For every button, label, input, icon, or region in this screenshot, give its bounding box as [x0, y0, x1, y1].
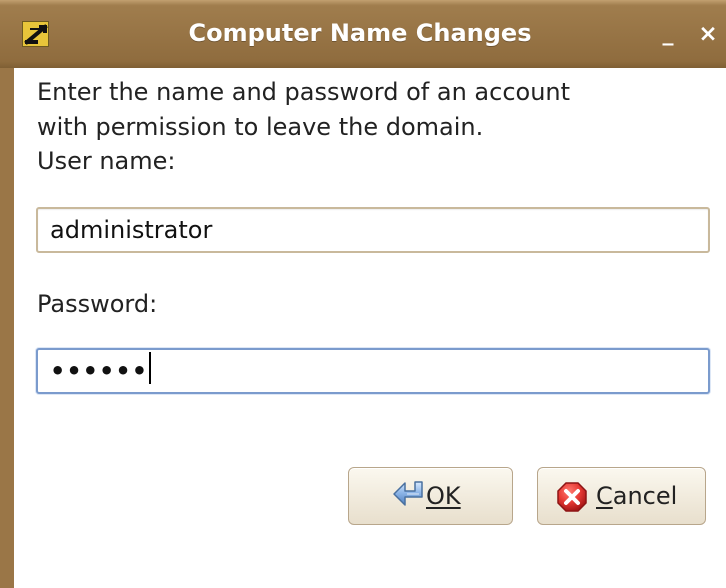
- username-label: User name:: [37, 147, 176, 175]
- username-input[interactable]: administrator: [36, 207, 710, 253]
- password-input[interactable]: ••••••: [36, 348, 710, 394]
- enter-arrow-icon: [393, 481, 423, 506]
- password-label: Password:: [37, 290, 158, 318]
- title-bar: Computer Name Changes _ ×: [0, 0, 726, 68]
- ok-button[interactable]: OK: [348, 467, 513, 525]
- minimize-button[interactable]: _: [655, 20, 681, 48]
- instruction-line-2: with permission to leave the domain.: [37, 113, 484, 141]
- computer-name-changes-dialog: Computer Name Changes _ × Enter the name…: [0, 0, 726, 588]
- cancel-label: Cancel: [596, 482, 678, 510]
- cancel-x-icon: [557, 482, 587, 512]
- cancel-button[interactable]: Cancel: [537, 467, 706, 525]
- password-mask: ••••••: [50, 357, 149, 385]
- close-button[interactable]: ×: [695, 20, 721, 48]
- window-frame-left: [0, 68, 14, 588]
- ok-label: OK: [426, 482, 461, 510]
- window-title: Computer Name Changes: [188, 19, 532, 47]
- username-value: administrator: [50, 216, 213, 244]
- text-cursor: [149, 352, 152, 384]
- instruction-line-1: Enter the name and password of an accoun…: [37, 78, 571, 106]
